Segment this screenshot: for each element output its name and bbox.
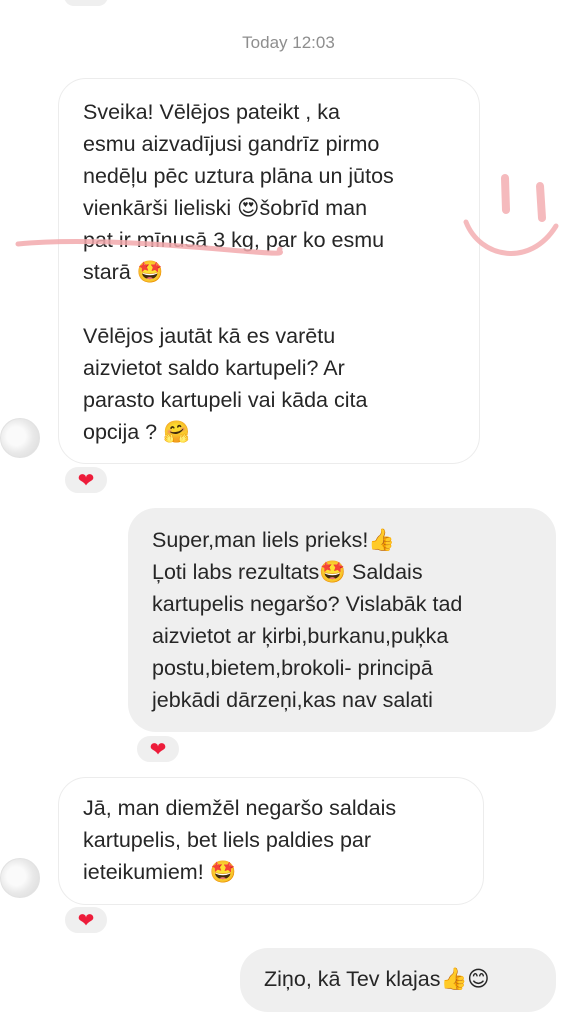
avatar[interactable]	[0, 418, 40, 458]
heart-reaction[interactable]: ❤	[63, 905, 109, 935]
message-text: Sveika! Vēlējos pateikt , ka esmu aizvad…	[83, 100, 394, 284]
message-text: Jā, man diemžēl negaršo saldais kartupel…	[83, 796, 397, 884]
timestamp: Today 12:03	[242, 33, 335, 52]
avatar[interactable]	[0, 858, 40, 898]
outgoing-message[interactable]: Ziņo, kā Tev klajas👍😊	[240, 948, 556, 1012]
smiley-eye-left	[501, 174, 510, 214]
smiley-eye-right	[536, 182, 546, 222]
incoming-message[interactable]: Sveika! Vēlējos pateikt , ka esmu aizvad…	[58, 78, 480, 464]
heart-icon: ❤	[149, 737, 167, 761]
outgoing-message[interactable]: Super,man liels prieks!👍 Ļoti labs rezul…	[128, 508, 556, 732]
message-text: Vēlējos jautāt kā es varētu aizvietot sa…	[83, 324, 368, 444]
heart-reaction[interactable]: ❤	[135, 734, 181, 764]
heart-icon: ❤	[80, 0, 90, 4]
incoming-message[interactable]: Jā, man diemžēl negaršo saldais kartupel…	[58, 777, 484, 905]
heart-icon: ❤	[77, 908, 95, 932]
message-text: Super,man liels prieks!👍 Ļoti labs rezul…	[152, 528, 463, 712]
message-text: Ziņo, kā Tev klajas👍😊	[264, 967, 490, 991]
previous-reaction[interactable]: ❤	[64, 0, 108, 6]
heart-reaction[interactable]: ❤	[63, 465, 109, 495]
heart-icon: ❤	[77, 468, 95, 492]
